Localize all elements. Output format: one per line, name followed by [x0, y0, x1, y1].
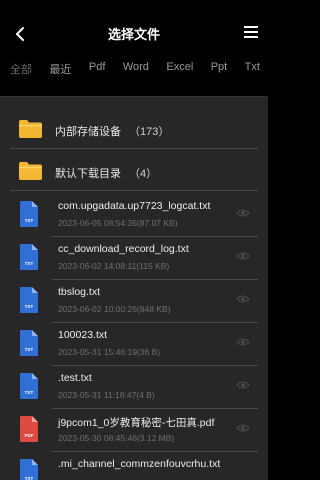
file-type-label: TXT	[25, 390, 34, 395]
tab-ppt[interactable]: Ppt	[211, 61, 228, 81]
file-name: cc_download_record_log.txt	[58, 243, 189, 255]
file-type-label: TXT	[25, 218, 34, 223]
file-item[interactable]: TXT 100023.txt 2023-05-31 15:46:19(36 B)	[0, 323, 268, 366]
tab-all[interactable]: 全部	[10, 61, 32, 81]
txt-file-icon: TXT	[20, 459, 38, 480]
eye-icon[interactable]	[236, 423, 250, 433]
page-title: 选择文件	[107, 27, 160, 42]
folder-icon	[19, 120, 42, 138]
file-name: tbslog.txt	[58, 286, 101, 298]
file-name: .mi_channel_commzenfouvcrhu.txt	[58, 458, 221, 470]
file-name: .test.txt	[58, 372, 92, 384]
file-type-label: TXT	[25, 261, 34, 266]
tab-word[interactable]: Word	[123, 61, 149, 81]
eye-icon[interactable]	[236, 337, 250, 347]
folder-label: 内部存储设备 （173）	[55, 123, 169, 139]
folder-name: 默认下载目录	[55, 168, 121, 180]
menu-button[interactable]	[243, 25, 259, 41]
file-meta: 2023-06-05 08:54:35(87.07 KB)	[58, 218, 178, 228]
file-item[interactable]: TXT .mi_channel_commzenfouvcrhu.txt	[0, 452, 268, 480]
file-name: 100023.txt	[58, 329, 108, 341]
pdf-file-icon: PDF	[20, 416, 38, 442]
folder-item[interactable]: 内部存储设备 （173）	[0, 111, 268, 149]
divider	[10, 148, 258, 149]
file-type-label: TXT	[25, 304, 34, 309]
folder-count: （173）	[129, 126, 170, 138]
file-name: com.upgadata.up7723_logcat.txt	[58, 200, 211, 212]
file-meta: 2023-06-02 10:00:26(848 KB)	[58, 304, 171, 314]
folder-label: 默认下载目录 （4）	[55, 165, 157, 181]
file-meta: 2023-05-30 08:45:46(3.12 MB)	[58, 433, 175, 443]
file-type-label: TXT	[25, 347, 34, 352]
hamburger-menu-icon	[244, 26, 258, 38]
divider	[10, 190, 258, 191]
folder-item[interactable]: 默认下载目录 （4）	[0, 153, 268, 191]
folder-name: 内部存储设备	[55, 126, 121, 138]
file-type-label: TXT	[25, 476, 34, 480]
eye-icon[interactable]	[236, 380, 250, 390]
txt-file-icon: TXT	[20, 244, 38, 270]
file-type-label: PDF	[25, 433, 34, 438]
txt-file-icon: TXT	[20, 287, 38, 313]
tab-recent[interactable]: 最近	[49, 61, 71, 81]
file-item[interactable]: TXT cc_download_record_log.txt 2023-06-0…	[0, 237, 268, 280]
folder-icon	[19, 162, 42, 180]
file-item[interactable]: TXT .test.txt 2023-05-31 11:18:47(4 B)	[0, 366, 268, 409]
tab-txt[interactable]: Txt	[245, 61, 260, 81]
file-name: j9pcom1_0岁教育秘密-七田真.pdf	[58, 417, 215, 429]
txt-file-icon: TXT	[20, 330, 38, 356]
file-meta: 2023-06-02 14:08:11(115 KB)	[58, 261, 170, 271]
txt-file-icon: TXT	[20, 201, 38, 227]
file-type-tabs: 全部 最近 Pdf Word Excel Ppt Txt	[10, 61, 260, 81]
file-item[interactable]: TXT com.upgadata.up7723_logcat.txt 2023-…	[0, 194, 268, 237]
folder-count: （4）	[129, 168, 158, 180]
eye-icon[interactable]	[236, 208, 250, 218]
eye-icon[interactable]	[236, 294, 250, 304]
txt-file-icon: TXT	[20, 373, 38, 399]
app-header: 选择文件	[0, 0, 268, 64]
file-meta: 2023-05-31 15:46:19(36 B)	[58, 347, 161, 357]
file-list: 内部存储设备 （173） 默认下载目录 （4） TXT com.upgadata.u…	[0, 96, 268, 480]
tab-excel[interactable]: Excel	[166, 61, 193, 81]
tab-pdf[interactable]: Pdf	[89, 61, 106, 81]
file-item[interactable]: PDF j9pcom1_0岁教育秘密-七田真.pdf 2023-05-30 08…	[0, 409, 268, 452]
file-meta: 2023-05-31 11:18:47(4 B)	[58, 390, 155, 400]
file-item[interactable]: TXT tbslog.txt 2023-06-02 10:00:26(848 K…	[0, 280, 268, 323]
eye-icon[interactable]	[236, 251, 250, 261]
